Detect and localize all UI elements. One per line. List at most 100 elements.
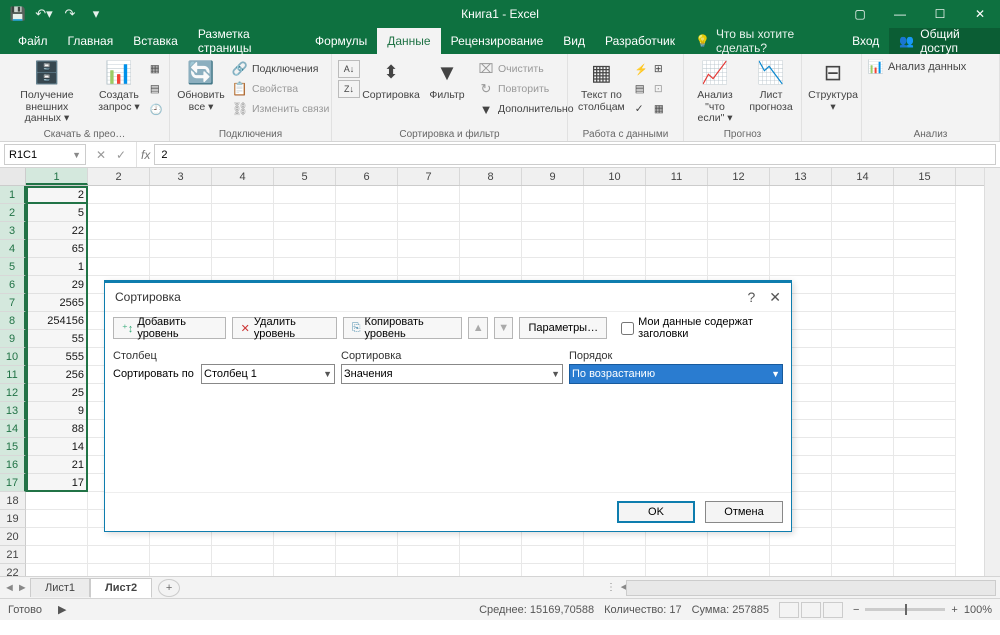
cell[interactable] <box>832 546 894 564</box>
order-select[interactable]: По возрастанию▼ <box>569 364 783 384</box>
tab-file[interactable]: Файл <box>8 28 58 54</box>
flash-fill-icon[interactable]: ⚡ <box>635 60 648 78</box>
add-level-button[interactable]: ⁺↕Добавить уровень <box>113 317 226 339</box>
cell[interactable] <box>708 258 770 276</box>
cell[interactable] <box>832 456 894 474</box>
cell[interactable] <box>584 546 646 564</box>
options-button[interactable]: Параметры… <box>519 317 607 339</box>
col-header[interactable]: 15 <box>894 168 956 185</box>
cell[interactable] <box>894 204 956 222</box>
refresh-all-button[interactable]: 🔄Обновить все ▾ <box>176 56 226 115</box>
row-header[interactable]: 22 <box>0 564 26 576</box>
row-header[interactable]: 1 <box>0 186 26 204</box>
cell[interactable] <box>584 564 646 576</box>
cell[interactable] <box>274 240 336 258</box>
clear-filter-button[interactable]: ⌧Очистить <box>478 60 574 78</box>
from-table-icon[interactable]: ▤ <box>150 80 163 98</box>
row-header[interactable]: 16 <box>0 456 26 474</box>
row-header[interactable]: 18 <box>0 492 26 510</box>
data-analysis-button[interactable]: 📊Анализ данных <box>868 56 966 74</box>
cell[interactable] <box>88 258 150 276</box>
cell[interactable]: 17 <box>26 474 88 492</box>
cell[interactable] <box>832 510 894 528</box>
fx-icon[interactable]: fx <box>137 142 154 167</box>
cell[interactable] <box>894 528 956 546</box>
whatif-button[interactable]: 📈Анализ "что если" ▾ <box>690 56 740 127</box>
cell[interactable] <box>460 222 522 240</box>
cell[interactable]: 5 <box>26 204 88 222</box>
cell[interactable] <box>398 240 460 258</box>
show-queries-icon[interactable]: ▦ <box>150 60 163 78</box>
qat-customize-icon[interactable]: ▾ <box>84 3 108 25</box>
filter-button[interactable]: ▼Фильтр <box>422 56 472 104</box>
cell[interactable] <box>646 204 708 222</box>
cell[interactable] <box>646 240 708 258</box>
cell[interactable] <box>832 528 894 546</box>
row-header[interactable]: 20 <box>0 528 26 546</box>
cell[interactable] <box>212 258 274 276</box>
outline-button[interactable]: ⊟Структура ▾ <box>808 56 858 115</box>
cell[interactable]: 88 <box>26 420 88 438</box>
cell[interactable] <box>832 384 894 402</box>
cell[interactable] <box>212 564 274 576</box>
cell[interactable] <box>212 222 274 240</box>
cell[interactable] <box>522 564 584 576</box>
cell[interactable]: 55 <box>26 330 88 348</box>
dialog-close-icon[interactable]: ✕ <box>769 289 781 306</box>
row-header[interactable]: 11 <box>0 366 26 384</box>
cell[interactable] <box>708 222 770 240</box>
cell[interactable] <box>212 240 274 258</box>
cell[interactable]: 1 <box>26 258 88 276</box>
cell[interactable] <box>274 546 336 564</box>
cell[interactable] <box>894 240 956 258</box>
cell[interactable] <box>894 546 956 564</box>
cell[interactable] <box>894 492 956 510</box>
row-header[interactable]: 7 <box>0 294 26 312</box>
cell[interactable] <box>584 240 646 258</box>
cell[interactable]: 555 <box>26 348 88 366</box>
relationships-icon[interactable]: ⊡ <box>654 80 664 98</box>
cell[interactable] <box>460 204 522 222</box>
cell[interactable] <box>150 240 212 258</box>
cell[interactable] <box>770 258 832 276</box>
col-header[interactable]: 1 <box>26 168 88 185</box>
cell[interactable] <box>336 186 398 204</box>
get-external-data-button[interactable]: 🗄️Получение внешних данных ▾ <box>6 56 88 127</box>
cell[interactable] <box>832 186 894 204</box>
cell[interactable]: 9 <box>26 402 88 420</box>
copy-level-button[interactable]: ⎘Копировать уровень <box>343 317 463 339</box>
share-button[interactable]: 👥Общий доступ <box>889 28 1000 54</box>
row-header[interactable]: 17 <box>0 474 26 492</box>
formula-input[interactable]: 2 <box>154 144 996 165</box>
vertical-scrollbar[interactable] <box>984 168 1000 576</box>
cell[interactable]: 256 <box>26 366 88 384</box>
cell[interactable] <box>150 564 212 576</box>
maximize-icon[interactable]: ☐ <box>920 0 960 28</box>
tab-review[interactable]: Рецензирование <box>441 28 554 54</box>
manage-model-icon[interactable]: ▦ <box>654 100 664 118</box>
zoom-slider[interactable]: −+100% <box>853 604 992 616</box>
col-header[interactable]: 4 <box>212 168 274 185</box>
row-header[interactable]: 13 <box>0 402 26 420</box>
col-header[interactable]: 8 <box>460 168 522 185</box>
tab-developer[interactable]: Разработчик <box>595 28 685 54</box>
view-layout-icon[interactable] <box>801 602 821 618</box>
cell[interactable] <box>708 204 770 222</box>
cell[interactable]: 29 <box>26 276 88 294</box>
sort-za-icon[interactable]: Z↓ <box>338 80 360 98</box>
cell[interactable] <box>212 204 274 222</box>
cell[interactable] <box>832 474 894 492</box>
cell[interactable] <box>584 204 646 222</box>
text-to-columns-button[interactable]: ▦Текст по столбцам <box>574 56 629 115</box>
row-header[interactable]: 9 <box>0 330 26 348</box>
cell[interactable] <box>894 186 956 204</box>
cell[interactable] <box>26 510 88 528</box>
col-header[interactable]: 13 <box>770 168 832 185</box>
sort-button[interactable]: ⬍Сортировка <box>366 56 416 104</box>
cell[interactable] <box>336 564 398 576</box>
cell[interactable] <box>212 186 274 204</box>
tab-page-layout[interactable]: Разметка страницы <box>188 28 305 54</box>
cell[interactable] <box>894 348 956 366</box>
tab-insert[interactable]: Вставка <box>123 28 188 54</box>
cell[interactable] <box>708 546 770 564</box>
